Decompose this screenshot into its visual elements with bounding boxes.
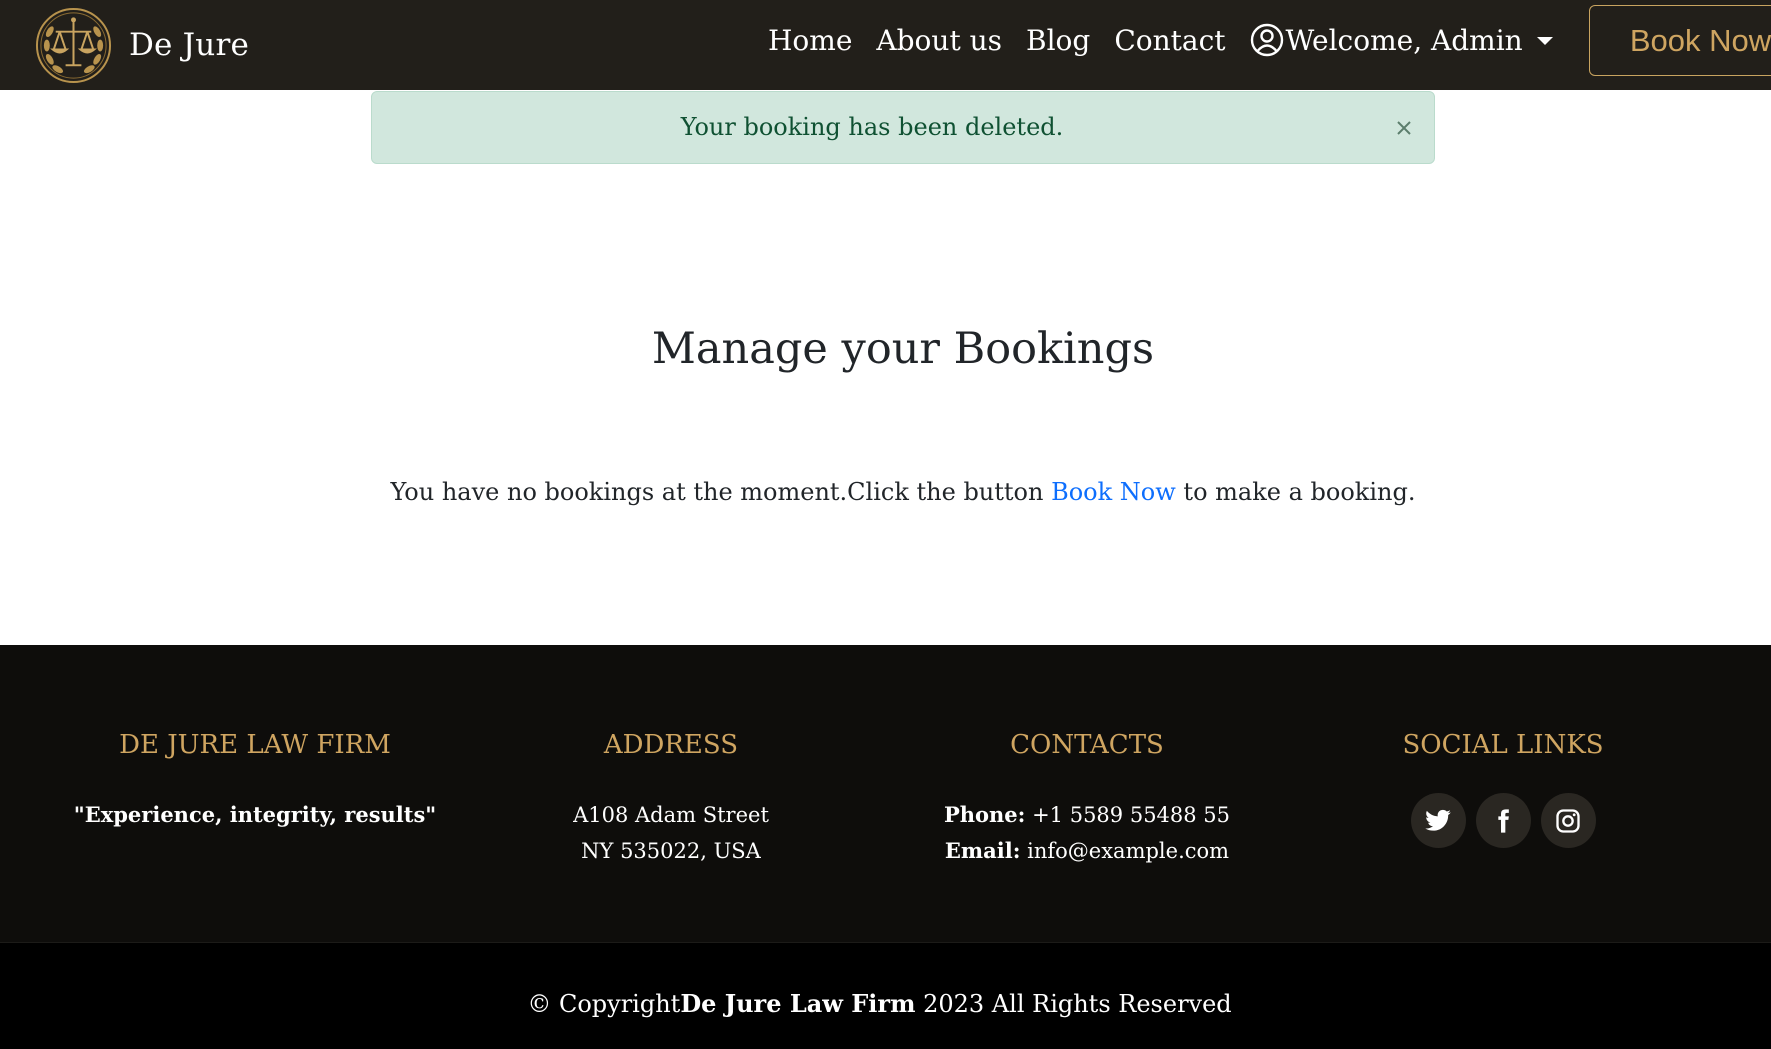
- social-links: [1293, 793, 1713, 848]
- brand-name: De Jure: [129, 27, 250, 63]
- instagram-icon: [1556, 808, 1580, 833]
- book-now-button[interactable]: Book Now: [1589, 5, 1771, 76]
- copyright-text: © CopyrightDe Jure Law Firm 2023 All Rig…: [0, 943, 1759, 1049]
- email-value: info@example.com: [1020, 839, 1230, 863]
- footer-bottom: © CopyrightDe Jure Law Firm 2023 All Rig…: [0, 942, 1771, 1049]
- footer-address-body: A108 Adam Street NY 535022, USA: [461, 797, 881, 869]
- nav-blog[interactable]: Blog: [1026, 24, 1090, 57]
- contact-phone: Phone: +1 5589 55488 55: [877, 797, 1297, 833]
- facebook-link[interactable]: [1475, 793, 1531, 848]
- address-line-1: A108 Adam Street: [573, 803, 769, 827]
- user-welcome-label: Welcome, Admin: [1285, 23, 1523, 57]
- footer-firm-body: "Experience, integrity, results": [45, 797, 465, 833]
- scales-of-justice-logo-icon: [35, 7, 112, 83]
- book-now-link[interactable]: Book Now: [1051, 478, 1176, 506]
- alert-message: Your booking has been deleted.: [680, 113, 1064, 141]
- empty-message-prefix: You have no bookings at the moment.Click…: [390, 478, 1052, 506]
- nav-home[interactable]: Home: [768, 24, 852, 57]
- user-circle-icon: [1250, 23, 1283, 57]
- chevron-down-icon: [1536, 37, 1553, 45]
- nav-about-us[interactable]: About us: [876, 24, 1002, 57]
- success-alert: Your booking has been deleted.: [371, 91, 1435, 164]
- navbar: De Jure Home About us Blog Contact Welco…: [0, 0, 1771, 90]
- nav-contact[interactable]: Contact: [1114, 24, 1225, 57]
- footer-social-heading: SOCIAL LINKS: [1402, 730, 1604, 760]
- instagram-link[interactable]: [1540, 793, 1596, 848]
- phone-label: Phone:: [943, 802, 1026, 827]
- user-dropdown[interactable]: Welcome, Admin: [1250, 23, 1553, 57]
- main-nav: Home About us Blog Contact Welcome, Admi…: [768, 0, 1553, 80]
- twitter-icon: [1425, 809, 1451, 831]
- facebook-icon: [1498, 808, 1509, 833]
- close-icon: [1397, 120, 1411, 135]
- twitter-link[interactable]: [1410, 793, 1466, 848]
- copyright-suffix: 2023 All Rights Reserved: [915, 990, 1232, 1018]
- alert-close-button[interactable]: [1382, 92, 1426, 163]
- empty-message-suffix: to make a booking.: [1175, 478, 1416, 506]
- phone-value: +1 5589 55488 55: [1025, 803, 1231, 827]
- footer-address-heading: ADDRESS: [603, 730, 739, 760]
- empty-bookings-message: You have no bookings at the moment.Click…: [0, 478, 1771, 506]
- footer: DE JURE LAW FIRM "Experience, integrity,…: [0, 645, 1771, 942]
- firm-tagline: "Experience, integrity, results": [73, 802, 437, 827]
- page-title: Manage your Bookings: [651, 324, 1155, 374]
- copyright-firm: De Jure Law Firm: [680, 989, 916, 1018]
- footer-firm-heading: DE JURE LAW FIRM: [119, 730, 391, 760]
- address-line-2: NY 535022, USA: [581, 839, 761, 863]
- contact-email: Email: info@example.com: [877, 833, 1297, 869]
- copyright-prefix: © Copyright: [527, 990, 681, 1018]
- footer-contacts-heading: CONTACTS: [1010, 730, 1164, 760]
- footer-contacts-body: Phone: +1 5589 55488 55 Email: info@exam…: [877, 797, 1297, 869]
- brand[interactable]: De Jure: [34, 0, 249, 90]
- email-label: Email:: [944, 838, 1021, 863]
